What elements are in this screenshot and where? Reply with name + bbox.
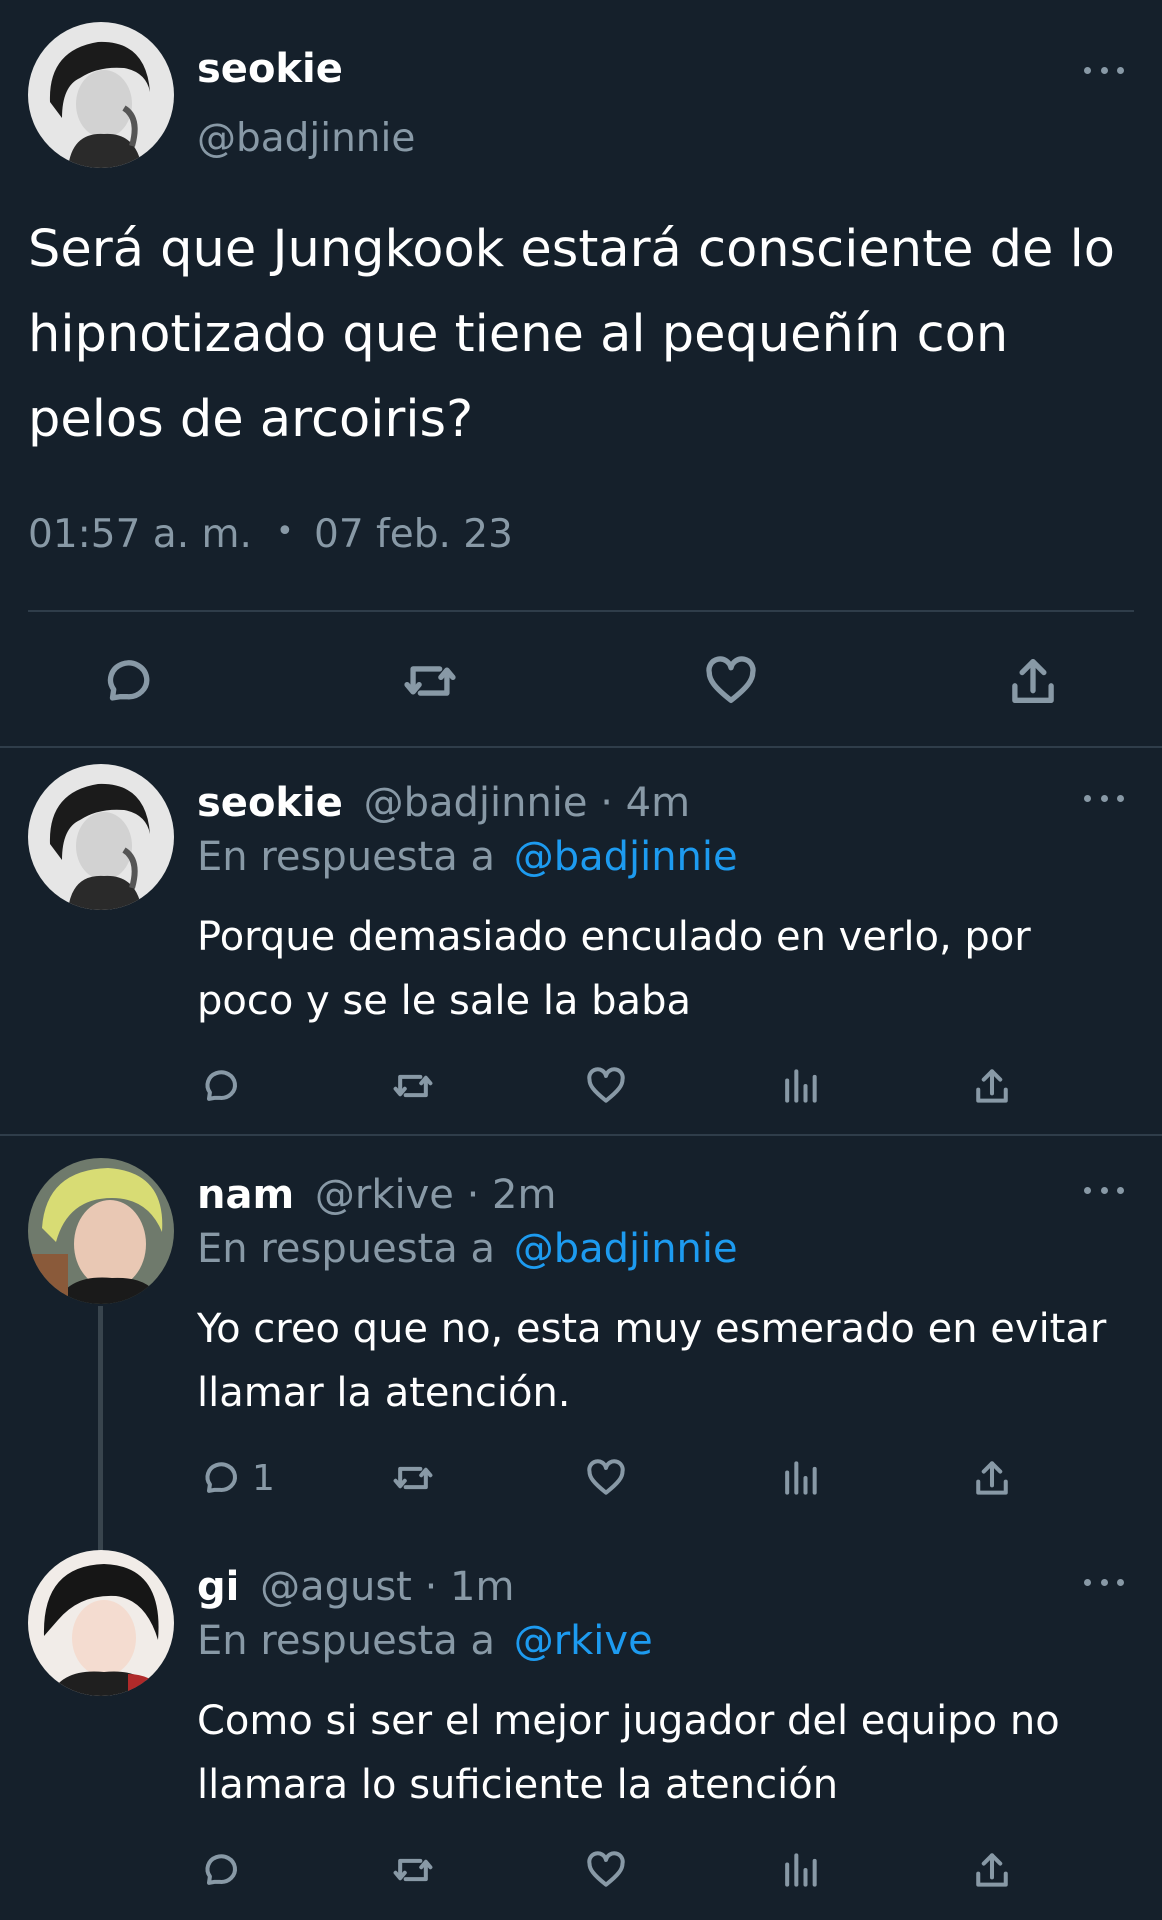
reply-icon[interactable] bbox=[198, 1064, 242, 1108]
like-icon[interactable] bbox=[584, 1064, 628, 1108]
more-options-icon[interactable] bbox=[1084, 62, 1124, 78]
tweet-time: 01:57 a. m. bbox=[28, 512, 252, 557]
avatar[interactable] bbox=[28, 1158, 174, 1304]
like-icon[interactable] bbox=[702, 652, 760, 710]
more-options-icon[interactable] bbox=[1084, 1574, 1124, 1590]
tweet-text-line: Porque demasiado enculado en verlo, por bbox=[197, 914, 1031, 960]
reply-to-link[interactable]: @badjinnie bbox=[514, 834, 738, 880]
more-options-icon[interactable] bbox=[1084, 790, 1124, 806]
retweet-icon[interactable] bbox=[390, 1064, 436, 1108]
reply-icon[interactable] bbox=[98, 652, 156, 710]
reply-icon[interactable] bbox=[198, 1848, 242, 1892]
tweet-age: · 2m bbox=[466, 1172, 557, 1218]
like-icon[interactable] bbox=[584, 1848, 628, 1892]
divider bbox=[0, 746, 1162, 748]
share-icon[interactable] bbox=[970, 1848, 1014, 1892]
display-name[interactable]: nam bbox=[197, 1172, 294, 1218]
handle[interactable]: @badjinnie bbox=[197, 116, 415, 161]
views-icon[interactable] bbox=[778, 1064, 822, 1108]
display-name[interactable]: seokie bbox=[197, 780, 343, 826]
retweet-icon[interactable] bbox=[390, 1456, 436, 1500]
tweet-text-line: Yo creo que no, esta muy esmerado en evi… bbox=[197, 1306, 1107, 1352]
tweet-age: · 1m bbox=[424, 1564, 515, 1610]
tweet-text-line: pelos de arcoiris? bbox=[28, 390, 474, 449]
more-options-icon[interactable] bbox=[1084, 1182, 1124, 1198]
retweet-icon[interactable] bbox=[390, 1848, 436, 1892]
display-name[interactable]: seokie bbox=[197, 46, 343, 92]
tweet-text-line: hipnotizado que tiene al pequeñín con bbox=[28, 305, 1009, 364]
avatar[interactable] bbox=[28, 22, 174, 168]
tweet-text-line: llamar la atención. bbox=[197, 1370, 571, 1416]
tweet-text-line: llamara lo suficiente la atención bbox=[197, 1762, 839, 1808]
reply-to-link[interactable]: @badjinnie bbox=[514, 1226, 738, 1272]
avatar[interactable] bbox=[28, 764, 174, 910]
display-name[interactable]: gi bbox=[197, 1564, 239, 1610]
avatar[interactable] bbox=[28, 1550, 174, 1696]
views-icon[interactable] bbox=[778, 1848, 822, 1892]
meta-separator: • bbox=[276, 514, 294, 549]
thread-line bbox=[98, 1306, 103, 1554]
reply-context-label: En respuesta a bbox=[197, 1618, 495, 1664]
tweet-text-line: Será que Jungkook estará consciente de l… bbox=[28, 220, 1115, 279]
reply-context-label: En respuesta a bbox=[197, 834, 495, 880]
tweet-text-line: poco y se le sale la baba bbox=[197, 978, 691, 1024]
views-icon[interactable] bbox=[778, 1456, 822, 1500]
tweet-date: 07 feb. 23 bbox=[314, 512, 513, 557]
divider bbox=[28, 610, 1134, 612]
share-icon[interactable] bbox=[970, 1064, 1014, 1108]
like-icon[interactable] bbox=[584, 1456, 628, 1500]
reply-count: 1 bbox=[252, 1458, 275, 1499]
retweet-icon[interactable] bbox=[400, 652, 460, 710]
share-icon[interactable] bbox=[1004, 652, 1062, 710]
share-icon[interactable] bbox=[970, 1456, 1014, 1500]
reply-to-link[interactable]: @rkive bbox=[514, 1618, 653, 1664]
tweet-age: · 4m bbox=[600, 780, 691, 826]
divider bbox=[0, 1134, 1162, 1136]
reply-context-label: En respuesta a bbox=[197, 1226, 495, 1272]
handle[interactable]: @rkive bbox=[315, 1172, 454, 1218]
handle[interactable]: @agust bbox=[260, 1564, 412, 1610]
handle[interactable]: @badjinnie bbox=[364, 780, 588, 826]
reply-icon[interactable] bbox=[198, 1456, 242, 1500]
tweet-text-line: Como si ser el mejor jugador del equipo … bbox=[197, 1698, 1060, 1744]
